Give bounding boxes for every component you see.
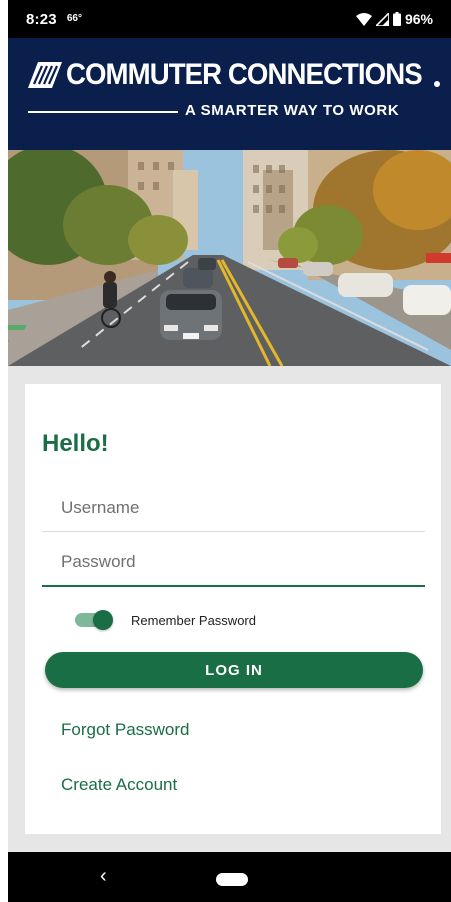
commuter-connections-logo-icon: [28, 62, 62, 88]
login-card: Hello! Remember Password LOG IN Forgot P…: [25, 384, 441, 834]
status-time: 8:23: [26, 10, 57, 28]
create-account-link[interactable]: Create Account: [61, 775, 177, 795]
tagline-divider: [28, 111, 178, 113]
signal-icon: [375, 12, 389, 26]
toggle-thumb: [93, 610, 113, 630]
forgot-password-link[interactable]: Forgot Password: [61, 720, 190, 740]
username-input[interactable]: [42, 484, 425, 531]
username-field-container: [42, 484, 425, 532]
phone-screen: 8:23 66° 96% COMMUTER CONNECTIONS A SMAR…: [8, 0, 451, 902]
battery-icon: [392, 12, 401, 26]
brand-tagline: A SMARTER WAY TO WORK: [185, 102, 400, 119]
wifi-icon: [355, 12, 372, 26]
brand-name: COMMUTER CONNECTIONS: [66, 58, 423, 91]
login-button[interactable]: LOG IN: [45, 652, 423, 688]
status-icons: 96%: [355, 11, 433, 27]
status-bar: 8:23 66° 96%: [8, 0, 451, 38]
greeting-heading: Hello!: [42, 430, 109, 457]
hero-street-image: [8, 150, 451, 366]
remember-password-row: Remember Password: [75, 610, 256, 630]
home-pill-icon[interactable]: [216, 873, 248, 886]
remember-password-toggle[interactable]: [75, 610, 113, 630]
status-temperature: 66°: [66, 12, 82, 24]
navigation-bar: ‹: [8, 852, 451, 902]
back-icon[interactable]: ‹: [100, 866, 107, 886]
trademark-dot: [434, 81, 440, 87]
battery-percent: 96%: [404, 11, 433, 27]
brand-banner: COMMUTER CONNECTIONS A SMARTER WAY TO WO…: [8, 38, 451, 150]
password-input[interactable]: [42, 539, 425, 585]
password-field-container: [42, 539, 425, 587]
remember-password-label: Remember Password: [131, 612, 256, 628]
